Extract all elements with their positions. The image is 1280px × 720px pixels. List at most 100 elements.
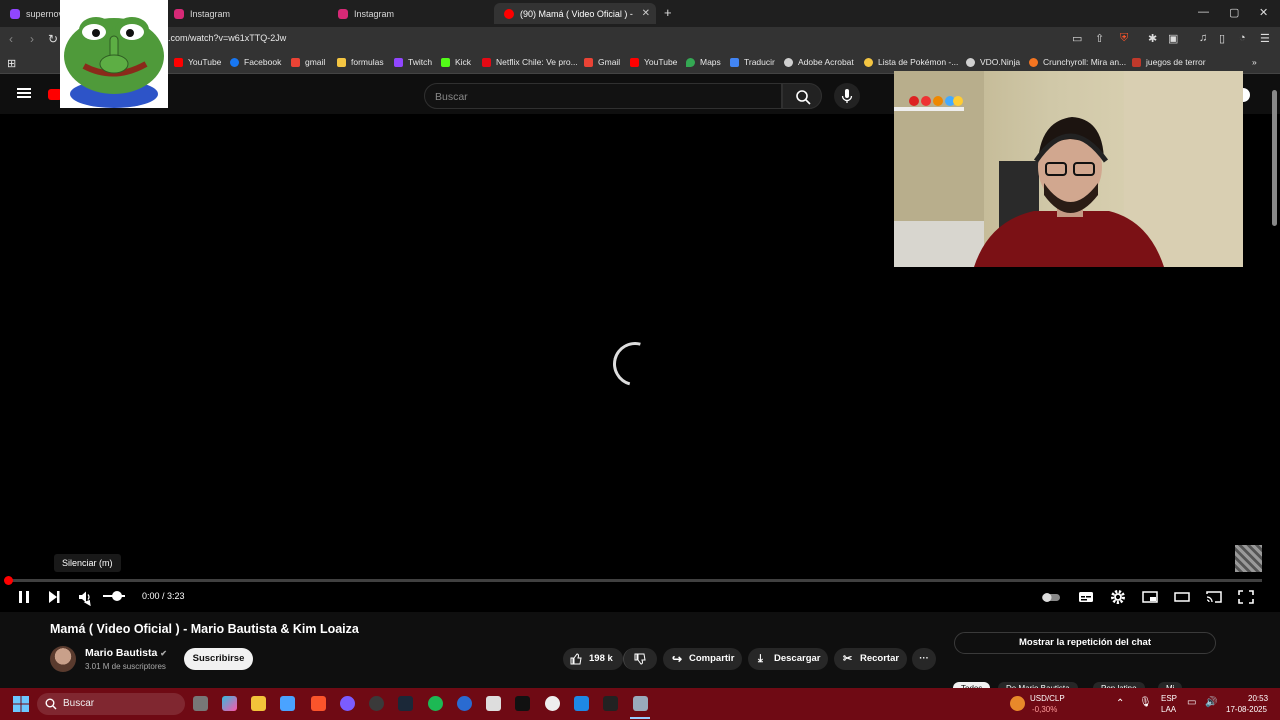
share-button[interactable]: ↪ Compartir [663, 648, 742, 670]
cast-icon[interactable]: ▭ [1072, 32, 1082, 45]
spotify-icon[interactable] [428, 696, 443, 711]
hamburger-menu-icon[interactable] [17, 88, 31, 98]
bookmark-crunchyroll[interactable]: Crunchyroll: Mira an... [1029, 57, 1126, 67]
theater-mode-button[interactable] [1172, 588, 1192, 606]
obs-icon[interactable] [369, 696, 384, 711]
network-icon[interactable]: ▭ [1187, 697, 1196, 708]
new-tab-button[interactable]: + [664, 5, 672, 20]
dislike-button[interactable] [623, 648, 657, 670]
tab-instagram-2[interactable]: Instagram [328, 3, 492, 24]
page-scrollbar[interactable] [1272, 90, 1277, 226]
store-icon[interactable] [280, 696, 295, 711]
steam-icon[interactable] [398, 696, 413, 711]
notepad-icon[interactable] [486, 696, 501, 711]
cast-button[interactable] [1204, 588, 1224, 606]
bookmark-kick[interactable]: Kick [441, 57, 471, 67]
bookmark-gmail-2[interactable]: Gmail [584, 57, 620, 67]
scissors-icon: ✂ [843, 653, 853, 665]
share-icon[interactable]: ⇧ [1095, 32, 1104, 45]
bookmark-vdoninja[interactable]: VDO.Ninja [966, 57, 1020, 67]
search-input[interactable]: Buscar [424, 83, 782, 109]
language-top[interactable]: ESP [1161, 694, 1177, 703]
pause-button[interactable] [14, 588, 34, 606]
bookmark-netflix[interactable]: Netflix Chile: Ve pro... [482, 57, 578, 67]
speaker-icon[interactable]: 🔊 [1205, 697, 1217, 708]
microphone-icon[interactable]: 🎙 [1139, 697, 1152, 708]
close-tab-icon[interactable]: ✕ [642, 8, 650, 19]
bookmark-facebook[interactable]: Facebook [230, 57, 281, 67]
progress-scrubber[interactable] [4, 576, 13, 585]
app-icon-2[interactable] [574, 696, 589, 711]
channel-name[interactable]: Mario Bautista ✔ [85, 647, 167, 659]
like-button[interactable]: 198 k [563, 648, 623, 670]
autoplay-toggle[interactable] [1040, 588, 1060, 606]
back-icon[interactable]: ‹ [9, 32, 13, 46]
fullscreen-button[interactable] [1236, 588, 1256, 606]
brave-icon[interactable] [311, 696, 326, 711]
bookmark-twitch[interactable]: Twitch [394, 57, 432, 67]
task-view-icon[interactable] [193, 696, 208, 711]
bookmark-traducir[interactable]: Traducir [730, 57, 775, 67]
show-chat-replay-button[interactable]: Mostrar la repetición del chat [954, 632, 1216, 654]
bookmark-adobe[interactable]: Adobe Acrobat [784, 57, 854, 67]
next-button[interactable] [44, 588, 64, 606]
file-explorer-icon[interactable] [251, 696, 266, 711]
capcut-icon[interactable] [515, 696, 530, 711]
download-button[interactable]: ⤓ Descargar [748, 648, 828, 670]
menu-icon[interactable]: ☰ [1260, 32, 1270, 45]
subtitles-button[interactable] [1076, 588, 1096, 606]
end-screen-thumbnail[interactable] [1235, 545, 1262, 572]
maximize-button[interactable]: ▢ [1229, 6, 1239, 19]
clip-label: Recortar [860, 653, 900, 664]
more-actions-button[interactable]: ··· [912, 648, 936, 670]
bookmark-youtube[interactable]: YouTube [174, 57, 221, 67]
chatgpt-icon[interactable] [545, 696, 560, 711]
url-field[interactable]: .com/watch?v=w61xTTQ-2Jw [168, 33, 286, 43]
bookmark-youtube-2[interactable]: YouTube [630, 57, 677, 67]
bookmark-juegos[interactable]: juegos de terror [1132, 57, 1206, 67]
clock-time[interactable]: 20:53 [1248, 694, 1268, 703]
close-window-button[interactable]: ✕ [1259, 6, 1268, 19]
miniplayer-button[interactable] [1140, 588, 1160, 606]
currency-widget-icon[interactable] [1010, 696, 1025, 711]
minimize-button[interactable]: — [1198, 6, 1209, 18]
verified-badge-icon: ✔ [160, 649, 167, 658]
show-hidden-icons[interactable]: ⌃ [1116, 698, 1124, 709]
start-button[interactable] [13, 696, 29, 712]
apps-icon[interactable]: ⊞ [7, 57, 16, 70]
tab-instagram-1[interactable]: Instagram [164, 3, 328, 24]
search-button[interactable] [782, 83, 822, 109]
more-bookmarks-icon[interactable]: » [1252, 57, 1257, 67]
brave-shield-icon[interactable]: ⛨ [1120, 32, 1128, 45]
bookmark-gmail[interactable]: gmail [291, 57, 325, 67]
settings-icon[interactable] [633, 696, 648, 711]
vpn-icon[interactable]: ◔ [1239, 32, 1246, 44]
bookmark-pokemon[interactable]: Lista de Pokémon -... [864, 57, 958, 67]
sidebar-icon[interactable]: ▯ [1219, 32, 1225, 45]
pause-icon [19, 591, 29, 603]
channel-avatar[interactable] [50, 646, 76, 672]
progress-bar[interactable] [8, 579, 1262, 582]
address-bar: ‹ › ↻ .com/watch?v=w61xTTQ-2Jw ▭ ⇧ ⛨ ✱ ▣… [0, 27, 1280, 53]
app-icon[interactable] [457, 696, 472, 711]
copilot-icon[interactable] [222, 696, 237, 711]
voice-search-button[interactable] [834, 83, 860, 109]
clip-button[interactable]: ✂ Recortar [834, 648, 907, 670]
forward-icon[interactable]: › [30, 32, 34, 46]
taskbar-search[interactable]: Buscar [37, 693, 185, 715]
discord-icon[interactable] [340, 696, 355, 711]
volume-knob[interactable] [112, 591, 122, 601]
tab-twitch[interactable]: supernov [0, 3, 63, 24]
game-icon[interactable] [603, 696, 618, 711]
clock-date[interactable]: 17-08-2025 [1226, 705, 1267, 714]
media-icon[interactable]: ♫ [1199, 32, 1207, 44]
reload-icon[interactable]: ↻ [48, 32, 58, 46]
extensions-icon[interactable]: ✱ [1148, 32, 1157, 45]
subscribe-button[interactable]: Suscribirse [184, 648, 253, 670]
tab-search-icon[interactable]: ▣ [1168, 32, 1178, 45]
settings-button[interactable] [1108, 588, 1128, 606]
tab-youtube-active[interactable]: (90) Mamá ( Video Oficial ) - Ma ✕ [494, 3, 656, 24]
language-bottom[interactable]: LAA [1161, 705, 1176, 714]
bookmark-formulas[interactable]: formulas [337, 57, 384, 67]
bookmark-maps[interactable]: Maps [686, 57, 721, 67]
